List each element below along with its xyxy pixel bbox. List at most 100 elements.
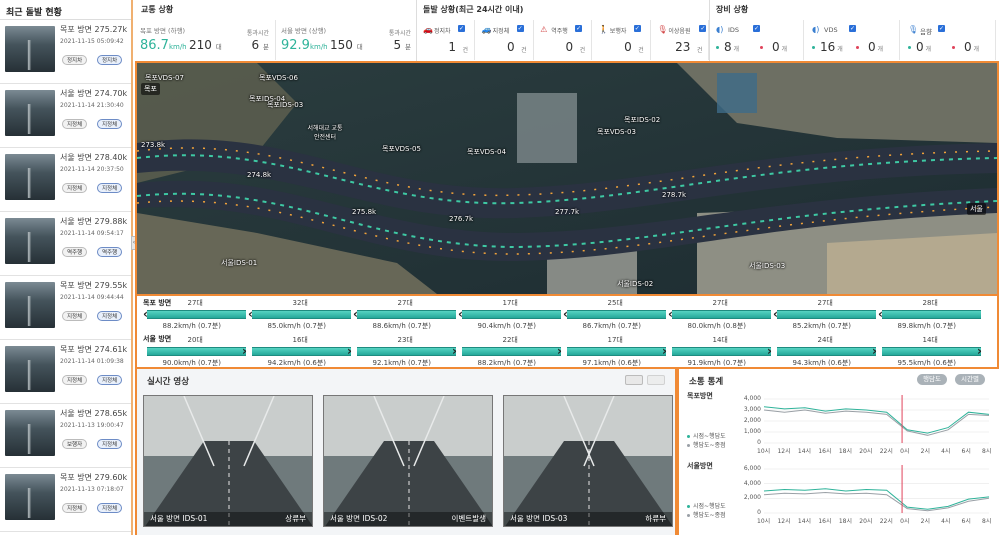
incident-summary-unit: 건 (462, 47, 468, 54)
incident-summary-warning[interactable]: ⚠ 역주행 ✓ 0 건 (534, 20, 593, 60)
incident-type-tag[interactable]: 정지차 (62, 55, 88, 65)
segment-count: 32대 (292, 299, 308, 307)
incident-thumbnail[interactable] (5, 218, 55, 264)
stats-location-button[interactable]: 행담도 (917, 374, 947, 385)
segment-count: 27대 (712, 299, 728, 307)
equipment-error-count: 0 개 (772, 40, 788, 54)
incident-thumbnail[interactable] (5, 26, 55, 72)
speed-segment[interactable] (357, 310, 456, 319)
incident-location: 서울 방면 278.40k (60, 153, 128, 162)
map-label[interactable]: 목포VDS-03 (597, 127, 636, 137)
stats-period-button[interactable]: 시간별 (955, 374, 985, 385)
speed-segment[interactable] (777, 347, 876, 356)
speed-segment[interactable] (252, 347, 351, 356)
incident-type-tag[interactable]: 지정체 (62, 119, 88, 129)
incident-thumbnail[interactable] (5, 282, 55, 328)
incident-summary-traffic-jam[interactable]: 🚙 지정체 ✓ 0 건 (476, 20, 534, 60)
incident-item[interactable]: 목포 방면 274.61k 2021-11-14 01:09:38 지정체 지정체 (0, 340, 131, 404)
checkbox[interactable]: ✓ (516, 25, 524, 32)
incident-type-tag[interactable]: 역주행 (97, 247, 123, 257)
map-label[interactable]: 목포VDS-04 (467, 147, 506, 157)
incident-thumbnail[interactable] (5, 474, 55, 520)
speed-segment[interactable] (882, 310, 981, 319)
incident-type-tag[interactable]: 지정체 (97, 375, 123, 385)
status-error-dot (952, 46, 955, 49)
speed-segment[interactable] (357, 347, 456, 356)
speed-segment[interactable] (672, 347, 771, 356)
incident-summary-microphone[interactable]: 🎙 이상음원 ✓ 23 건 (651, 20, 710, 60)
incident-thumbnail[interactable] (5, 410, 55, 456)
map-label[interactable]: 서울IDS-01 (221, 258, 257, 268)
incident-type-tag[interactable]: 보행자 (62, 439, 88, 449)
checkbox[interactable]: ✓ (458, 25, 465, 32)
incident-summary-pedestrian[interactable]: 🚶 보행자 ✓ 0 건 (593, 20, 651, 60)
checkbox[interactable]: ✓ (633, 25, 641, 32)
map-label[interactable]: 목포VDS-05 (382, 144, 421, 154)
incident-item[interactable]: 목포 방면 279.60k 2021-11-13 07:18:07 지정체 지정체 (0, 468, 131, 532)
speed-segment[interactable] (567, 347, 666, 356)
checkbox[interactable]: ✓ (753, 25, 760, 32)
incident-type-tag[interactable]: 지정체 (62, 503, 88, 513)
checkbox[interactable]: ✓ (575, 25, 583, 32)
incident-type-tag[interactable]: 지정체 (62, 311, 88, 321)
map-label[interactable]: 목포VDS-06 (259, 73, 298, 83)
checkbox[interactable]: ✓ (699, 25, 707, 32)
road-map[interactable]: 목포 서울 목포VDS-07 목포VDS-06 목포IDS-04 목포IDS-0… (135, 63, 999, 296)
incident-location: 목포 방면 279.55k (60, 281, 128, 290)
traffic-jam-icon: 🚙 (481, 25, 492, 34)
grid-view-button[interactable] (625, 375, 643, 385)
incident-summary-section: 돌발 상황(최근 24시간 이내) 🚗 정지차 ✓ 1 건 🚙 지정체 ✓ 0 건 ⚠ 역주행 ✓ 0 건 🚶… (417, 0, 710, 61)
incident-item[interactable]: 서울 방면 279.88k 2021-11-14 09:54:17 역주행 역주행 (0, 212, 131, 276)
speed-segment[interactable] (567, 310, 666, 319)
incident-thumbnail[interactable] (5, 346, 55, 392)
incident-type-tag[interactable]: 지정체 (97, 503, 123, 513)
incident-type-tag[interactable]: 지정체 (97, 439, 123, 449)
map-label[interactable]: 서해대교 교통안전센터 (305, 123, 345, 141)
incident-item[interactable]: 서울 방면 278.40k 2021-11-14 20:37:50 지정체 지정체 (0, 148, 131, 212)
ids-icon: ◖) (716, 25, 724, 34)
map-label[interactable]: 목포IDS-02 (624, 115, 660, 125)
incident-type-tag[interactable]: 역주행 (62, 247, 88, 257)
x-tick-label: 20시 (859, 448, 873, 455)
speed-segment[interactable] (147, 310, 246, 319)
speed-segment[interactable] (672, 310, 771, 319)
incident-item[interactable]: 서울 방면 278.65k 2021-11-13 19:00:47 보행자 지정체 (0, 404, 131, 468)
incident-summary-value: 0 (506, 40, 515, 54)
incident-thumbnail[interactable] (5, 90, 55, 136)
checkbox[interactable]: ✓ (849, 25, 856, 32)
checkbox[interactable]: ✓ (938, 25, 945, 32)
incident-thumbnail[interactable] (5, 154, 55, 200)
speed-segment[interactable] (147, 347, 246, 356)
speed-segment[interactable] (252, 310, 351, 319)
incident-item[interactable]: 목포 방면 275.27k 2021-11-15 05:09:42 정지차 정지차 (0, 20, 131, 84)
incident-item[interactable]: 서울 방면 274.70k 2021-11-14 21:30:40 지정체 지정체 (0, 84, 131, 148)
incident-summary-car[interactable]: 🚗 정지차 ✓ 1 건 (417, 20, 475, 60)
incident-location: 서울 방면 278.65k (60, 409, 128, 418)
incident-type-tag[interactable]: 지정체 (97, 119, 123, 129)
equipment-VDS[interactable]: ◖) VDS ✓ 16 개 0 개 (806, 20, 900, 60)
incident-item[interactable]: 목포 방면 279.55k 2021-11-14 09:44:44 지정체 지정체 (0, 276, 131, 340)
incident-type-tag[interactable]: 정지차 (97, 55, 123, 65)
speed-segment[interactable] (882, 347, 981, 356)
map-label[interactable]: 목포VDS-07 (145, 73, 184, 83)
speed-segment[interactable] (462, 347, 561, 356)
incident-type-tag[interactable]: 지정체 (62, 183, 88, 193)
traffic-mokpo: 목포 방면 (하행) 통과시간 86.7km/h 210 대 6 분 (135, 20, 276, 60)
speed-segment[interactable] (777, 310, 876, 319)
camera-feed[interactable]: 서울 방면 IDS-03 하류부 (503, 395, 673, 527)
single-view-button[interactable] (647, 375, 665, 385)
map-label[interactable]: 서울IDS-02 (617, 279, 653, 289)
map-label[interactable]: 목포IDS-03 (267, 100, 303, 110)
camera-feed[interactable]: 서울 방면 IDS-02 이벤트발생 (323, 395, 493, 527)
camera-feed[interactable]: 서울 방면 IDS-01 상류부 (143, 395, 313, 527)
segment-count: 16대 (292, 336, 308, 344)
incident-type-tag[interactable]: 지정체 (97, 311, 123, 321)
speed-segment[interactable] (462, 310, 561, 319)
incident-type-tag[interactable]: 지정체 (97, 183, 123, 193)
equipment-IDS[interactable]: ◖) IDS ✓ 8 개 0 개 (710, 20, 804, 60)
map-label[interactable]: 서울IDS-03 (749, 261, 785, 271)
x-tick-label: 6시 (961, 518, 971, 525)
incident-type-tag[interactable]: 지정체 (62, 375, 88, 385)
camera-image (504, 396, 672, 526)
equipment-음향[interactable]: 🎙 음향 ✓ 0 개 0 개 (902, 20, 996, 60)
